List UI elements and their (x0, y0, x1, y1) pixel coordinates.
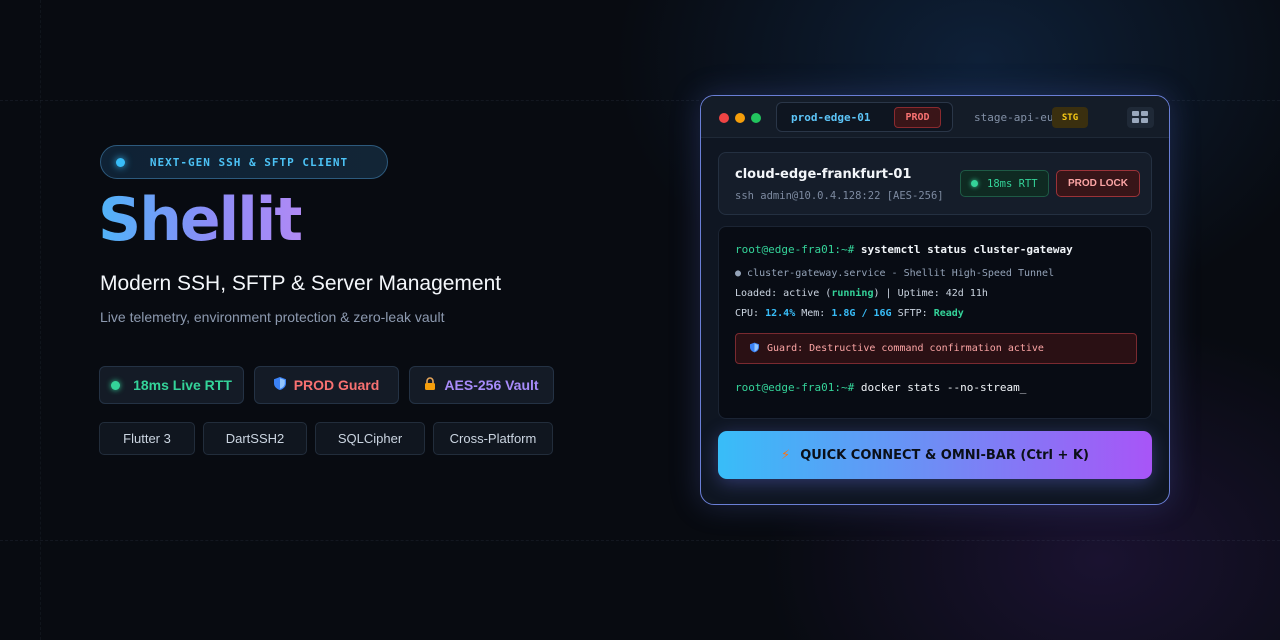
app-window-preview: prod-edge-01 PROD stage-api-eu STG cloud… (700, 95, 1170, 505)
cpu-value: 12.4% (765, 308, 796, 319)
tech-chip: Cross-Platform (433, 422, 553, 455)
close-window-icon[interactable] (719, 113, 729, 123)
terminal-status: running (831, 288, 874, 299)
terminal-text: Loaded: active ( (735, 288, 832, 299)
feature-prod-guard: PROD Guard (254, 366, 399, 404)
terminal-prompt: root@edge-fra01:~# (735, 381, 855, 394)
tab-bar: prod-edge-01 PROD stage-api-eu STG (701, 96, 1169, 138)
lock-icon (424, 377, 436, 393)
shield-icon (273, 377, 286, 393)
grid-icon (1132, 118, 1139, 123)
green-dot-icon (111, 380, 121, 390)
terminal-line: root@edge-fra01:~# systemctl status clus… (735, 243, 1073, 256)
guard-alert-text: Guard: Destructive command confirmation … (767, 343, 1044, 354)
tech-chip: DartSSH2 (203, 422, 307, 455)
feature-list: 18ms Live RTT PROD Guard AES-256 Vault (99, 366, 554, 404)
host-connection: ssh admin@10.0.4.128:22 [AES-256] (735, 190, 944, 202)
mem-value: 1.8G / 16G (831, 308, 892, 319)
terminal-line: root@edge-fra01:~# docker stats --no-str… (735, 381, 1026, 394)
terminal-text: CPU: (735, 308, 766, 319)
terminal-line: CPU: 12.4% Mem: 1.8G / 16G SFTP: Ready (735, 308, 964, 319)
terminal-prompt: root@edge-fra01:~# (735, 243, 855, 256)
hero-badge-label: NEXT-GEN SSH & SFTP CLIENT (149, 155, 349, 169)
terminal-text: ) | Uptime: 42d 11h (873, 288, 988, 299)
terminal-command: systemctl status cluster-gateway (860, 243, 1073, 256)
host-name: cloud-edge-frankfurt-01 (735, 167, 912, 182)
hero-badge: NEXT-GEN SSH & SFTP CLIENT (100, 145, 388, 179)
tab-label: prod-edge-01 (791, 111, 871, 124)
green-dot-icon (971, 180, 978, 187)
feature-aes-vault: AES-256 Vault (409, 366, 554, 404)
prod-lock-button[interactable]: PROD LOCK (1056, 170, 1140, 197)
status-dot-icon (116, 157, 125, 167)
feature-label: AES-256 Vault (444, 377, 539, 393)
grid-view-button[interactable] (1127, 107, 1154, 128)
quick-connect-label: QUICK CONNECT & OMNI-BAR (Ctrl + K) (800, 447, 1089, 463)
feature-label: 18ms Live RTT (133, 377, 232, 393)
bolt-icon: ⚡ (781, 447, 791, 463)
tech-stack: Flutter 3 DartSSH2 SQLCipher Cross-Platf… (99, 422, 553, 455)
shield-icon (750, 342, 759, 356)
rtt-label: 18ms RTT (987, 177, 1038, 190)
grid-icon (1132, 111, 1139, 116)
page-title: Shellit (98, 185, 303, 255)
terminal-line: ● cluster-gateway.service - Shellit High… (735, 268, 1055, 279)
grid-line (40, 0, 41, 640)
sftp-status: Ready (933, 308, 964, 319)
tech-chip: SQLCipher (315, 422, 425, 455)
terminal-text: Mem: (795, 308, 832, 319)
terminal[interactable]: root@edge-fra01:~# systemctl status clus… (718, 226, 1152, 419)
tab-stage-api-eu[interactable]: stage-api-eu (974, 111, 1053, 124)
feature-live-rtt: 18ms Live RTT (99, 366, 244, 404)
terminal-line: Loaded: active (running) | Uptime: 42d 1… (735, 288, 988, 299)
terminal-command: docker stats --no-stream_ (860, 381, 1027, 394)
minimize-window-icon[interactable] (735, 113, 745, 123)
maximize-window-icon[interactable] (751, 113, 761, 123)
rtt-badge: 18ms RTT (960, 170, 1049, 197)
guard-alert: Guard: Destructive command confirmation … (735, 333, 1137, 364)
grid-icon (1141, 118, 1148, 123)
grid-line (0, 540, 1280, 541)
terminal-text: SFTP: (891, 308, 934, 319)
env-badge-prod: PROD (894, 107, 941, 128)
tech-chip: Flutter 3 (99, 422, 195, 455)
hero-subtitle: Modern SSH, SFTP & Server Management (100, 272, 502, 295)
feature-label: PROD Guard (293, 377, 380, 393)
grid-icon (1141, 111, 1148, 116)
quick-connect-button[interactable]: ⚡ QUICK CONNECT & OMNI-BAR (Ctrl + K) (718, 431, 1152, 479)
env-badge-stg: STG (1052, 107, 1088, 128)
host-card[interactable]: cloud-edge-frankfurt-01 ssh admin@10.0.4… (718, 152, 1152, 215)
hero-tagline: Live telemetry, environment protection &… (100, 309, 445, 325)
